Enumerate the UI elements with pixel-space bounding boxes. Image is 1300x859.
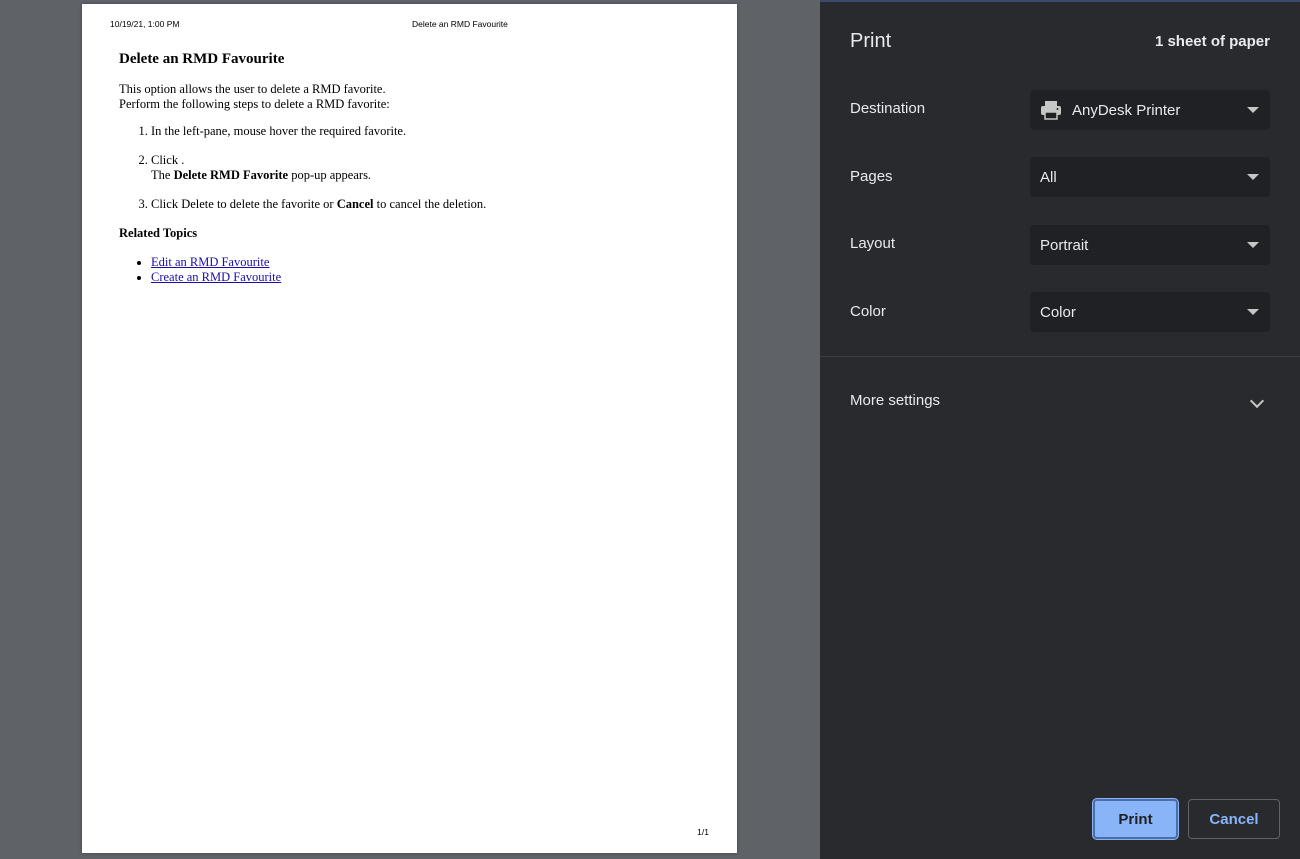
document-heading: Delete an RMD Favourite (119, 51, 285, 67)
step-2-line-1: Click . (151, 153, 185, 167)
color-value: Color (1040, 303, 1076, 321)
related-topic-item: Create an RMD Favourite (151, 270, 679, 285)
print-button[interactable]: Print (1093, 799, 1178, 839)
page-header-date: 10/19/21, 1:00 PM (110, 19, 180, 29)
step-3: Click Delete to delete the favorite or C… (151, 197, 679, 212)
sheet-count: 1 sheet of paper (1154, 33, 1270, 50)
document-body: Delete an RMD Favourite This option allo… (119, 50, 679, 285)
chevron-down-icon (1249, 393, 1265, 409)
link-create-rmd-favourite[interactable]: Create an RMD Favourite (151, 270, 281, 284)
layout-select[interactable]: Portrait (1030, 225, 1270, 265)
more-settings-label: More settings (850, 392, 941, 409)
preview-page: 10/19/21, 1:00 PM Delete an RMD Favourit… (82, 4, 737, 853)
intro-line-1: This option allows the user to delete a … (119, 82, 386, 96)
printer-icon (1041, 101, 1061, 120)
dropdown-arrow-icon (1247, 174, 1259, 180)
step-2-line-2-pre: The (151, 168, 174, 182)
pages-value: All (1040, 168, 1057, 186)
dropdown-arrow-icon (1247, 309, 1259, 315)
destination-value: AnyDesk Printer (1072, 101, 1181, 119)
link-edit-rmd-favourite[interactable]: Edit an RMD Favourite (151, 255, 269, 269)
cancel-button[interactable]: Cancel (1188, 799, 1280, 839)
step-2-popup-name: Delete RMD Favorite (173, 168, 289, 182)
dropdown-arrow-icon (1247, 242, 1259, 248)
related-topics-list: Edit an RMD Favourite Create an RMD Favo… (119, 255, 679, 285)
pages-select[interactable]: All (1030, 157, 1270, 197)
print-settings-sidebar: Print 1 sheet of paper Destination AnyDe… (820, 2, 1300, 859)
more-settings-toggle[interactable]: More settings (850, 392, 1270, 414)
pages-label: Pages (850, 168, 893, 185)
page-header-title: Delete an RMD Favourite (412, 19, 508, 29)
destination-select[interactable]: AnyDesk Printer (1030, 90, 1270, 130)
layout-label: Layout (850, 235, 896, 252)
destination-label: Destination (850, 100, 926, 117)
step-1-text: In the left-pane, mouse hover the requir… (151, 124, 407, 138)
step-2-line-2-post: pop-up appears. (288, 168, 372, 182)
intro-line-2: Perform the following steps to delete a … (119, 97, 390, 111)
related-topics-heading: Related Topics (119, 226, 198, 240)
step-3-post: to cancel the deletion. (373, 197, 487, 211)
step-3-cancel-word: Cancel (336, 197, 374, 211)
steps-list: In the left-pane, mouse hover the requir… (119, 124, 679, 212)
dropdown-arrow-icon (1247, 107, 1259, 113)
print-dialog-title: Print (850, 30, 892, 52)
color-select[interactable]: Color (1030, 292, 1270, 332)
related-topic-item: Edit an RMD Favourite (151, 255, 679, 270)
page-footer-number: 1/1 (697, 827, 709, 837)
step-3-pre: Click Delete to delete the favorite or (151, 197, 337, 211)
step-1: In the left-pane, mouse hover the requir… (151, 124, 679, 139)
step-2: Click . The Delete RMD Favorite pop-up a… (151, 153, 679, 183)
color-label: Color (850, 303, 886, 320)
settings-divider (820, 356, 1300, 357)
print-preview-area[interactable]: 10/19/21, 1:00 PM Delete an RMD Favourit… (0, 0, 820, 859)
layout-value: Portrait (1040, 236, 1089, 254)
